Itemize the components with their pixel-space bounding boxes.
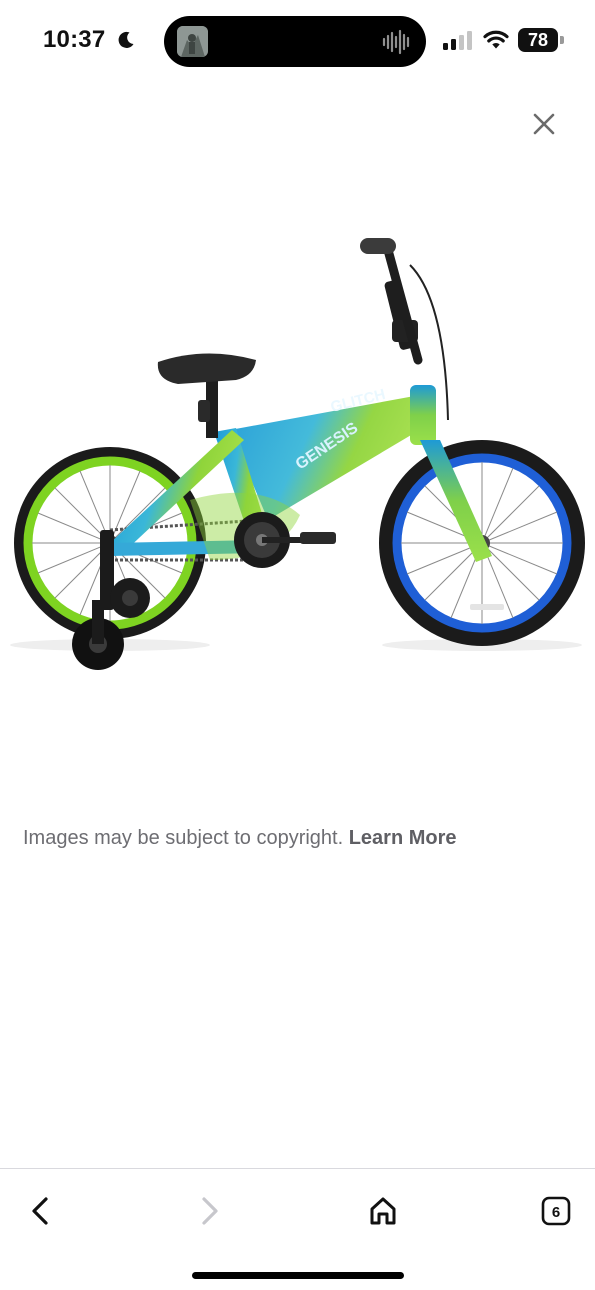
chevron-right-icon[interactable] bbox=[190, 1191, 230, 1231]
copyright-caption: Images may be subject to copyright. Lear… bbox=[23, 827, 457, 850]
home-indicator[interactable] bbox=[192, 1272, 404, 1279]
home-icon[interactable] bbox=[363, 1191, 403, 1231]
now-playing-artwork bbox=[177, 26, 208, 57]
cellular-signal-icon bbox=[443, 31, 472, 50]
bicycle-product-image[interactable]: GLITCH GENESIS bbox=[0, 225, 595, 685]
audio-waveform-icon bbox=[382, 29, 410, 55]
battery-indicator: 78 bbox=[518, 28, 564, 52]
close-icon[interactable] bbox=[528, 108, 560, 140]
battery-level: 78 bbox=[518, 28, 558, 52]
learn-more-link[interactable]: Learn More bbox=[349, 827, 457, 849]
tabs-button[interactable]: 6 bbox=[536, 1191, 576, 1231]
battery-tip bbox=[560, 36, 564, 44]
moon-icon bbox=[118, 31, 134, 48]
tabs-icon: 6 bbox=[541, 1196, 571, 1226]
copyright-text: Images may be subject to copyright. bbox=[23, 827, 344, 849]
dynamic-island[interactable] bbox=[164, 16, 426, 67]
tabs-count: 6 bbox=[552, 1204, 560, 1221]
chevron-left-icon[interactable] bbox=[20, 1191, 60, 1231]
wifi-icon bbox=[483, 30, 509, 49]
status-bar: 10:37 78 bbox=[0, 0, 595, 82]
status-time: 10:37 bbox=[43, 26, 106, 53]
